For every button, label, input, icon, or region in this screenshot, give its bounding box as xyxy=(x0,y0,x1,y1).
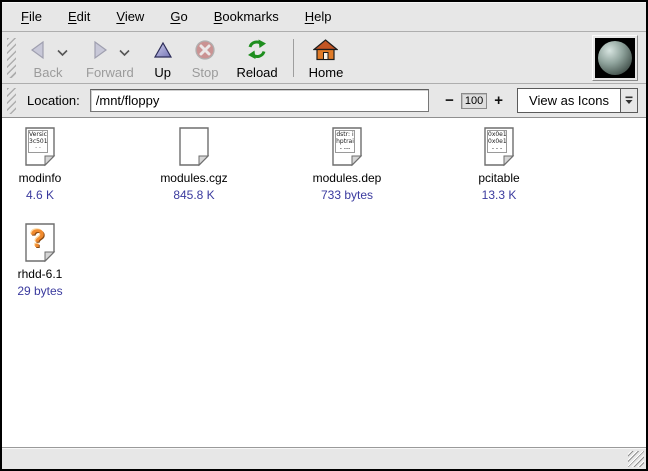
file-size: 4.6 K xyxy=(0,188,100,202)
throbber-sphere xyxy=(598,41,632,75)
file-name[interactable]: modinfo xyxy=(0,171,100,185)
view-mode-dropdown[interactable]: View as Icons xyxy=(517,88,638,113)
forward-button[interactable]: Forward xyxy=(77,35,143,81)
document-icon[interactable]: Versic3c501· · xyxy=(24,127,56,167)
back-button-label: Back xyxy=(34,65,63,80)
toolbar-separator xyxy=(293,39,294,77)
file-name[interactable]: modules.cgz xyxy=(134,171,254,185)
page-icon xyxy=(178,127,210,167)
home-icon xyxy=(313,39,338,61)
file-preview-text: 0x0e10x0e1- - - xyxy=(487,130,507,153)
zoom-cluster: − 100 + xyxy=(441,91,507,111)
forward-icon xyxy=(90,40,110,60)
menubar-item[interactable]: View xyxy=(103,5,157,28)
toolbar-drag-handle[interactable] xyxy=(7,38,16,78)
document-icon[interactable] xyxy=(178,127,210,167)
file-name[interactable]: pcitable xyxy=(439,171,559,185)
file-item[interactable]: 0x0e10x0e1- - - pcitable 13.3 K xyxy=(439,127,559,202)
home-button[interactable]: Home xyxy=(300,35,353,81)
document-icon[interactable]: 0x0e10x0e1- - - xyxy=(483,127,515,167)
document-icon[interactable]: dstr: ihptrai- --- xyxy=(331,127,363,167)
view-mode-label: View as Icons xyxy=(518,89,620,112)
zoom-out-button[interactable]: − xyxy=(441,91,458,111)
forward-button-label: Forward xyxy=(86,65,134,80)
stop-button-label: Stop xyxy=(192,65,219,80)
zoom-in-button[interactable]: + xyxy=(490,91,507,111)
reload-button-label: Reload xyxy=(236,65,277,80)
unknown-file-icon: ? xyxy=(24,225,51,254)
throbber-frame xyxy=(592,35,638,81)
file-name[interactable]: rhdd-6.1 xyxy=(0,267,100,281)
document-icon[interactable]: ? xyxy=(24,223,56,263)
back-button[interactable]: Back xyxy=(19,35,77,81)
reload-icon xyxy=(245,38,269,61)
zoom-level-indicator[interactable]: 100 xyxy=(461,93,487,109)
view-mode-arrow-icon[interactable] xyxy=(620,89,637,112)
file-size: 845.8 K xyxy=(134,188,254,202)
menubar-item[interactable]: Bookmarks xyxy=(201,5,292,28)
file-size: 29 bytes xyxy=(0,284,100,298)
file-item[interactable]: modules.cgz 845.8 K xyxy=(134,127,254,202)
stop-button[interactable]: Stop xyxy=(183,35,228,81)
menubar: FileEditViewGoBookmarksHelp xyxy=(2,2,646,32)
location-bar-drag-handle[interactable] xyxy=(7,88,16,114)
file-item[interactable]: dstr: ihptrai- --- modules.dep 733 bytes xyxy=(287,127,407,202)
file-manager-window: FileEditViewGoBookmarksHelp Back xyxy=(0,0,648,471)
file-item[interactable]: Versic3c501· · modinfo 4.6 K xyxy=(0,127,100,202)
file-preview-text: dstr: ihptrai- --- xyxy=(335,130,355,153)
menubar-item[interactable]: File xyxy=(8,5,55,28)
back-icon xyxy=(28,40,48,60)
file-preview-text: Versic3c501· · xyxy=(28,130,48,153)
toolbar: Back Forward xyxy=(2,32,646,84)
stop-icon xyxy=(194,39,216,61)
file-item[interactable]: ? rhdd-6.1 29 bytes xyxy=(0,223,100,298)
resize-grip-icon[interactable] xyxy=(628,451,644,467)
location-bar: Location: − 100 + View as Icons xyxy=(2,84,646,118)
back-dropdown-chevron-icon[interactable] xyxy=(57,49,68,57)
menubar-item[interactable]: Go xyxy=(157,5,200,28)
up-button-label: Up xyxy=(154,65,171,80)
up-button[interactable]: Up xyxy=(143,35,183,81)
file-grid[interactable]: Versic3c501· · modinfo 4.6 K modules.cgz… xyxy=(2,118,646,447)
throbber-icon xyxy=(595,38,635,78)
reload-button[interactable]: Reload xyxy=(227,35,286,81)
home-button-label: Home xyxy=(309,65,344,80)
menubar-item[interactable]: Help xyxy=(292,5,345,28)
status-bar xyxy=(2,447,646,469)
location-input[interactable] xyxy=(90,89,429,112)
file-size: 13.3 K xyxy=(439,188,559,202)
file-size: 733 bytes xyxy=(287,188,407,202)
up-icon xyxy=(152,40,174,60)
file-name[interactable]: modules.dep xyxy=(287,171,407,185)
location-label: Location: xyxy=(27,93,80,108)
menubar-item[interactable]: Edit xyxy=(55,5,103,28)
forward-dropdown-chevron-icon[interactable] xyxy=(119,49,130,57)
